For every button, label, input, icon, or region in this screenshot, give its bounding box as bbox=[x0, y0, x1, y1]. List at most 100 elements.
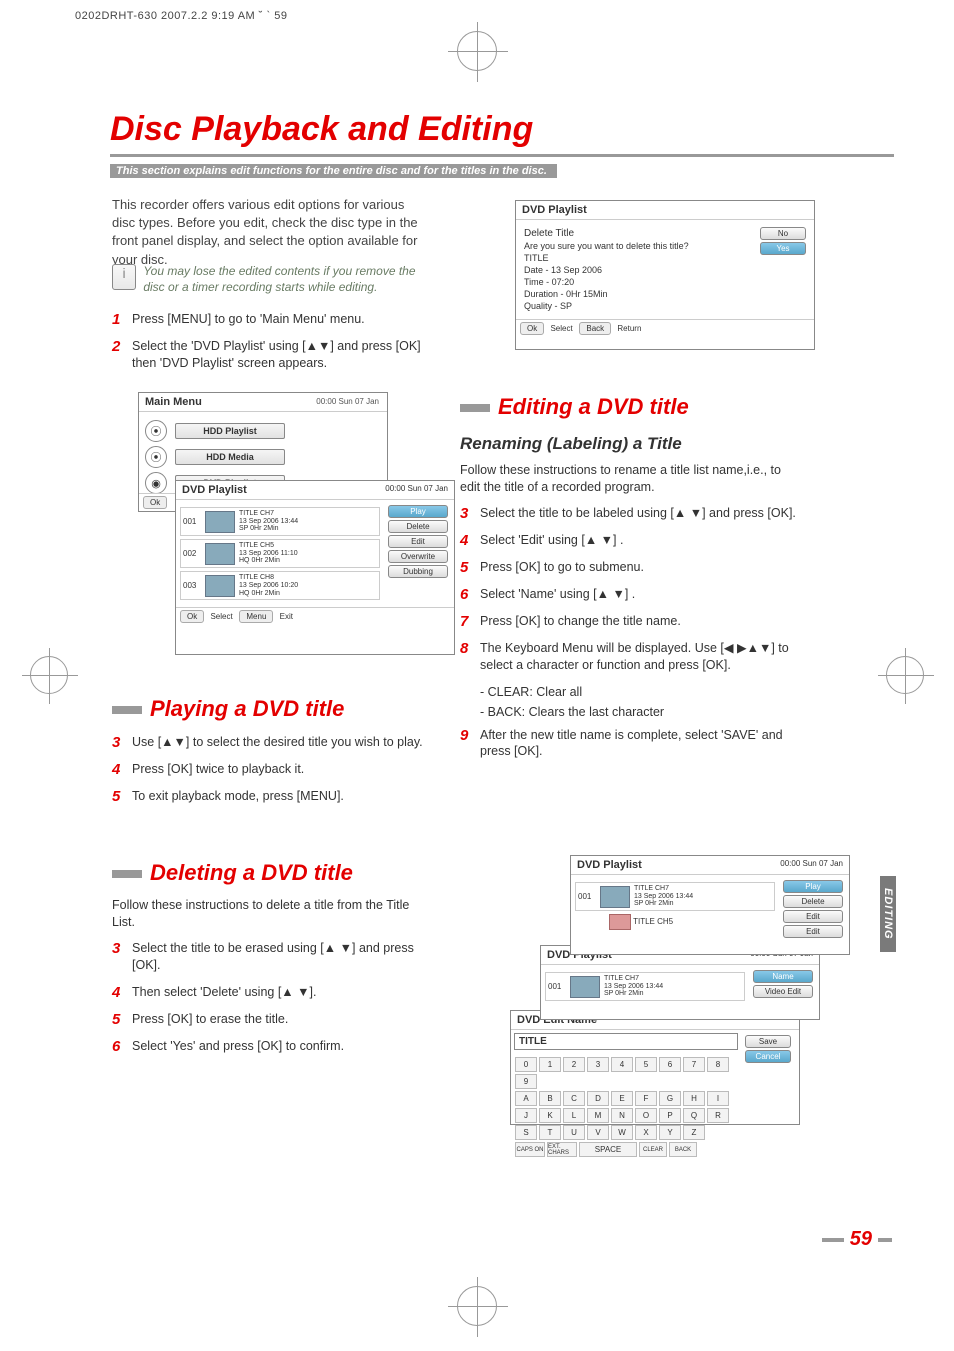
keyboard-key[interactable]: 5 bbox=[635, 1057, 657, 1072]
keyboard-key[interactable]: 8 bbox=[707, 1057, 729, 1072]
step-number: 6 bbox=[112, 1038, 132, 1055]
back-pill[interactable]: Back bbox=[579, 322, 611, 335]
keyboard-key[interactable]: B bbox=[539, 1091, 561, 1106]
keyboard-key[interactable]: G bbox=[659, 1091, 681, 1106]
step-text: Press [OK] twice to playback it. bbox=[132, 761, 304, 778]
edit-button[interactable]: Edit bbox=[783, 910, 843, 923]
playlist-row[interactable]: 001 TITLE CH713 Sep 2006 13:44SP 0Hr 2Mi… bbox=[575, 882, 775, 911]
keyboard-key[interactable]: 6 bbox=[659, 1057, 681, 1072]
deleting-steps: 3Select the title to be erased using [▲ … bbox=[112, 940, 432, 1065]
keyboard-key[interactable]: V bbox=[587, 1125, 609, 1140]
keyboard-key[interactable]: X bbox=[635, 1125, 657, 1140]
hdd-playlist-icon: ⦿ bbox=[145, 420, 167, 442]
main-menu-clock: 00:00 Sun 07 Jan bbox=[316, 397, 379, 406]
step-text: After the new title name is complete, se… bbox=[480, 727, 800, 761]
step-number: 4 bbox=[460, 532, 480, 549]
name-playlist-panel: DVD Playlist 00:00 Sun 07 Jan 001 TITLE … bbox=[540, 945, 820, 1020]
keyboard-key-ext-chars[interactable]: EXT. CHARS bbox=[547, 1142, 577, 1157]
ok-pill[interactable]: Ok bbox=[520, 322, 544, 335]
delete-button[interactable]: Delete bbox=[783, 895, 843, 908]
sub-row-label: TITLE CH5 bbox=[633, 917, 673, 926]
delete-button[interactable]: Delete bbox=[388, 520, 448, 533]
keyboard-key[interactable]: 4 bbox=[611, 1057, 633, 1072]
thumbnail-icon bbox=[205, 543, 235, 565]
step-number: 2 bbox=[112, 338, 132, 372]
yes-button[interactable]: Yes bbox=[760, 242, 806, 255]
playlist-rows: 001 TITLE CH713 Sep 2006 13:44SP 0Hr 2Mi… bbox=[176, 500, 384, 607]
play-button[interactable]: Play bbox=[388, 505, 448, 518]
keyboard-key[interactable]: H bbox=[683, 1091, 705, 1106]
keyboard-key[interactable]: 7 bbox=[683, 1057, 705, 1072]
no-button[interactable]: No bbox=[760, 227, 806, 240]
keyboard-key[interactable]: A bbox=[515, 1091, 537, 1106]
keyboard-key[interactable]: M bbox=[587, 1108, 609, 1123]
hdd-media-icon: ⦿ bbox=[145, 446, 167, 468]
keyboard-key[interactable]: C bbox=[563, 1091, 585, 1106]
dvd-playlist-clock: 00:00 Sun 07 Jan bbox=[385, 484, 448, 496]
playlist-row[interactable]: 001 TITLE CH713 Sep 2006 13:44SP 0Hr 2Mi… bbox=[180, 507, 380, 536]
playlist-side-buttons: Play Delete Edit Overwrite Dubbing bbox=[384, 500, 454, 607]
playlist-row[interactable]: 002 TITLE CH513 Sep 2006 11:10HQ 0Hr 2Mi… bbox=[180, 539, 380, 568]
edit-pl-clock: 00:00 Sun 07 Jan bbox=[780, 859, 843, 871]
step-text: The Keyboard Menu will be displayed. Use… bbox=[480, 640, 800, 674]
menu-pill[interactable]: Menu bbox=[239, 610, 273, 623]
playlist-row[interactable]: 003 TITLE CH813 Sep 2006 10:20HQ 0Hr 2Mi… bbox=[180, 571, 380, 600]
keyboard-key[interactable]: O bbox=[635, 1108, 657, 1123]
keyboard-key[interactable]: Z bbox=[683, 1125, 705, 1140]
save-button[interactable]: Save bbox=[745, 1035, 791, 1048]
main-menu-item[interactable]: ⦿HDD Media bbox=[145, 446, 381, 468]
keyboard-key[interactable]: Y bbox=[659, 1125, 681, 1140]
overwrite-button[interactable]: Overwrite bbox=[388, 550, 448, 563]
deleting-heading: Deleting a DVD title bbox=[112, 860, 353, 886]
keyboard-key[interactable]: R bbox=[707, 1108, 729, 1123]
cancel-button[interactable]: Cancel bbox=[745, 1050, 791, 1063]
keyboard-key[interactable]: N bbox=[611, 1108, 633, 1123]
keyboard-key-back[interactable]: BACK bbox=[669, 1142, 697, 1157]
keyboard-key-space[interactable]: SPACE bbox=[579, 1142, 637, 1157]
step-text: Select 'Name' using [▲ ▼] . bbox=[480, 586, 635, 603]
step-number: 4 bbox=[112, 761, 132, 778]
keyboard-key[interactable]: Q bbox=[683, 1108, 705, 1123]
registration-mark-icon bbox=[886, 656, 924, 694]
playlist-row[interactable]: 001 TITLE CH713 Sep 2006 13:44SP 0Hr 2Mi… bbox=[545, 972, 745, 1001]
edit-button[interactable]: Edit bbox=[388, 535, 448, 548]
keyboard-key-caps-on[interactable]: CAPS ON bbox=[515, 1142, 545, 1157]
keyboard-key-clear[interactable]: CLEAR bbox=[639, 1142, 667, 1157]
keyboard-key[interactable]: I bbox=[707, 1091, 729, 1106]
keyboard-key[interactable]: U bbox=[563, 1125, 585, 1140]
keyboard-key[interactable]: T bbox=[539, 1125, 561, 1140]
video-edit-button[interactable]: Video Edit bbox=[753, 985, 813, 998]
name-button[interactable]: Name bbox=[753, 970, 813, 983]
edit-button[interactable]: Edit bbox=[783, 925, 843, 938]
step-number: 7 bbox=[460, 613, 480, 630]
ok-pill[interactable]: Ok bbox=[143, 496, 167, 509]
step-number: 8 bbox=[460, 640, 480, 674]
keyboard-key[interactable]: 0 bbox=[515, 1057, 537, 1072]
ok-pill[interactable]: Ok bbox=[180, 610, 204, 623]
keyboard-key[interactable]: L bbox=[563, 1108, 585, 1123]
name-field[interactable]: TITLE bbox=[514, 1033, 738, 1050]
step-number: 5 bbox=[112, 788, 132, 805]
tip-block: i You may lose the edited contents if yo… bbox=[112, 264, 422, 295]
keyboard-key[interactable]: S bbox=[515, 1125, 537, 1140]
keyboard-key[interactable]: 3 bbox=[587, 1057, 609, 1072]
step-text: Press [OK] to go to submenu. bbox=[480, 559, 644, 576]
row-meta: TITLE CH713 Sep 2006 13:44SP 0Hr 2Min bbox=[634, 885, 693, 908]
keyboard-key[interactable]: 9 bbox=[515, 1074, 537, 1089]
row-index: 003 bbox=[183, 581, 205, 590]
keyboard-key[interactable]: 2 bbox=[563, 1057, 585, 1072]
keyboard-key[interactable]: 1 bbox=[539, 1057, 561, 1072]
initial-steps: 1 Press [MENU] to go to 'Main Menu' menu… bbox=[112, 311, 432, 382]
keyboard-key[interactable]: P bbox=[659, 1108, 681, 1123]
keyboard-key[interactable]: K bbox=[539, 1108, 561, 1123]
main-menu-item[interactable]: ⦿HDD Playlist bbox=[145, 420, 381, 442]
play-button[interactable]: Play bbox=[783, 880, 843, 893]
renaming-substep: - BACK: Clears the last character bbox=[480, 704, 800, 721]
subtitle-text: This section explains edit functions for… bbox=[110, 164, 557, 178]
keyboard-key[interactable]: D bbox=[587, 1091, 609, 1106]
keyboard-key[interactable]: E bbox=[611, 1091, 633, 1106]
keyboard-key[interactable]: J bbox=[515, 1108, 537, 1123]
keyboard-key[interactable]: W bbox=[611, 1125, 633, 1140]
dubbing-button[interactable]: Dubbing bbox=[388, 565, 448, 578]
keyboard-key[interactable]: F bbox=[635, 1091, 657, 1106]
